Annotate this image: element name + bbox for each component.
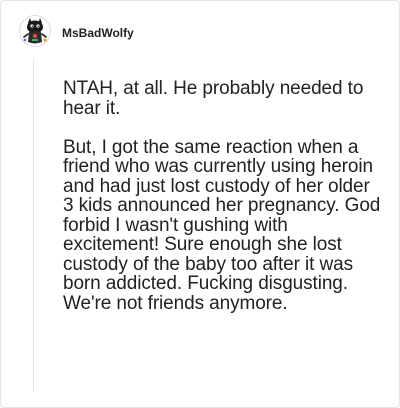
comment-paragraph: But, I got the same reaction when a frie… bbox=[63, 136, 381, 314]
wolf-doodle-avatar-icon bbox=[19, 15, 51, 47]
comment-paragraph: NTAH, at all. He probably needed to hear… bbox=[63, 78, 364, 119]
thread-line[interactable] bbox=[33, 59, 34, 391]
username-link[interactable]: MsBadWolfy bbox=[62, 25, 134, 41]
comment-body: NTAH, at all. He probably needed to hear… bbox=[63, 79, 383, 333]
avatar[interactable] bbox=[19, 15, 51, 47]
comment-card: MsBadWolfy NTAH, at all. He probably nee… bbox=[0, 0, 400, 408]
